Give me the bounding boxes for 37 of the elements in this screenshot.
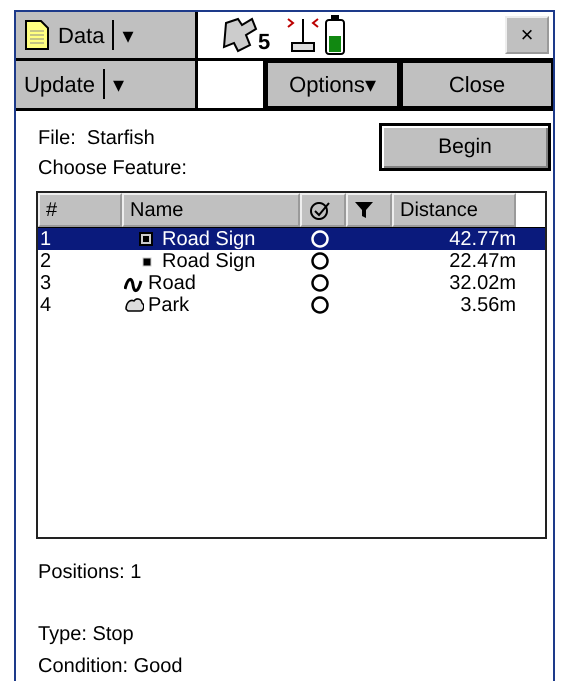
close-button[interactable]: Close (401, 61, 553, 108)
status-circle-icon (310, 250, 330, 271)
status-circle-icon (310, 228, 330, 249)
index-text: 2 (39, 250, 52, 272)
column-header[interactable]: Name (122, 192, 300, 227)
column-header[interactable]: # (38, 192, 122, 227)
distance-text: 42.77m (448, 228, 516, 250)
distance-text: 32.02m (448, 272, 516, 294)
feature-row[interactable]: 4 Park 3.56m (38, 294, 545, 316)
index-text: 4 (39, 294, 52, 316)
distance-text: 3.56m (459, 294, 516, 316)
distance-text: 22.47m (448, 250, 516, 272)
status-column-icon[interactable] (300, 192, 346, 227)
status-circle-icon (310, 272, 330, 293)
index-text: 3 (39, 272, 52, 294)
begin-button[interactable]: Begin (379, 122, 551, 171)
index-text: 1 (39, 228, 52, 250)
satellite-count: 5 (258, 28, 270, 56)
update-button[interactable]: Update ▾ (16, 61, 198, 108)
document-icon (24, 19, 50, 52)
feature-name: Road Sign (162, 250, 256, 272)
choose-feature-label: Choose Feature: (38, 156, 187, 181)
feature-name: Park (148, 294, 190, 316)
feature-name: Road (148, 272, 196, 294)
column-header[interactable]: Distance (392, 192, 516, 227)
status-circle-icon (310, 294, 330, 315)
filter-column-icon[interactable] (346, 192, 392, 227)
feature-row[interactable]: 3 Road 32.02m (38, 272, 545, 294)
positions-text: Positions: 1 (37, 560, 142, 586)
type-text: Type: Stop (37, 622, 135, 648)
feature-name: Road Sign (162, 228, 256, 250)
condition-text: Condition: Good (37, 654, 184, 680)
feature-row[interactable]: 2 Road Sign 22.47m (38, 250, 545, 272)
file-name-text: File: Starfish (38, 126, 156, 151)
close-icon-button[interactable]: × (505, 16, 549, 54)
data-menu-button[interactable]: Data ▾ (16, 12, 198, 58)
feature-row[interactable]: 1 Road Sign 42.77m (38, 228, 545, 250)
